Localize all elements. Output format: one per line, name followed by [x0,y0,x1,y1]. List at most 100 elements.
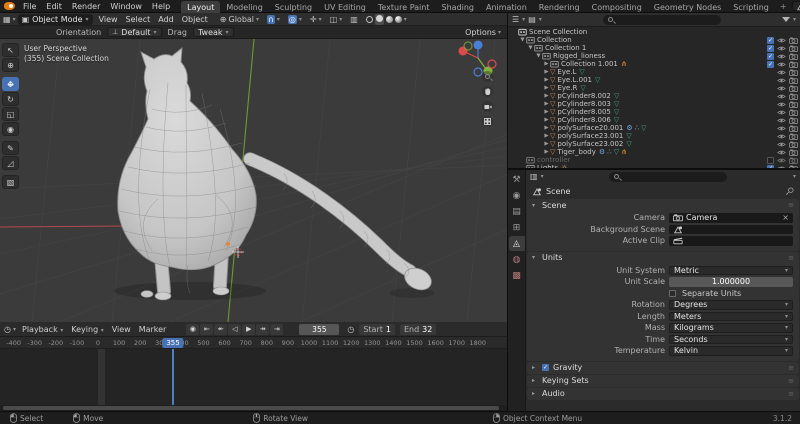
separate-units-checkbox[interactable]: Separate Units [669,289,793,299]
properties-tab-scene[interactable]: ◬ [509,236,525,251]
outliner-row[interactable]: ▶▽pCylinder8.002▽ [508,92,800,100]
scale-tool-button[interactable]: ◱ [2,107,19,121]
panel-grip-icon[interactable]: ≡ [788,254,794,262]
viewport-3d[interactable]: User Perspective (355) Scene Collection … [0,39,507,322]
exclude-checkbox[interactable]: ✓ [767,45,774,52]
outliner-row[interactable]: ▶▽polySurface23.002▽ [508,140,800,148]
viewport-menu-view[interactable]: View [95,15,122,24]
mesh-object-icon[interactable]: ▽ [550,101,555,108]
use-preview-range-icon[interactable]: ◷ [347,325,354,334]
timeline-body[interactable] [0,349,507,405]
exclude-checkbox[interactable]: ✓ [767,53,774,60]
viewport-menu-object[interactable]: Object [178,15,212,24]
magnet-icon[interactable]: ∩ [267,15,275,24]
timeline-scrollbar[interactable] [0,405,507,411]
timeline-editor-icon[interactable]: ◷ [4,325,11,334]
temperature-select[interactable]: Kelvin▾ [669,346,793,356]
expand-arrow-icon[interactable]: ▶ [543,69,550,75]
outliner-row[interactable]: ▶▽Eye.R▽ [508,84,800,92]
render-camera-icon[interactable] [789,77,798,84]
mesh-object-icon[interactable]: ▽ [550,77,555,84]
properties-editor-icon[interactable]: ▥ [530,172,538,181]
workspace-tab-uv-editing[interactable]: UV Editing [318,1,372,13]
render-camera-icon[interactable] [789,117,798,124]
eye-icon[interactable] [777,45,786,52]
viewport-menu-add[interactable]: Add [154,15,178,24]
workspace-tab-texture-paint[interactable]: Texture Paint [372,1,436,13]
panel-grip-icon[interactable]: ≡ [788,390,794,398]
particles-icon[interactable]: ∴ [635,125,639,132]
workspace-tab-geometry-nodes[interactable]: Geometry Nodes [648,1,727,13]
render-camera-icon[interactable] [789,141,798,148]
eye-icon[interactable] [777,149,786,156]
properties-tab-texture[interactable]: ▩ [509,268,525,283]
exclude-checkbox[interactable] [669,290,676,297]
render-camera-icon[interactable] [789,53,798,60]
play-button[interactable]: ▶ [242,324,255,335]
expand-arrow-icon[interactable]: ▶ [543,85,550,91]
render-camera-icon[interactable] [789,37,798,44]
proportional-editing-toggle[interactable]: ◎▾ [288,15,302,24]
workspace-tab-shading[interactable]: Shading [435,1,480,13]
next-keyframe-button[interactable]: ↠ [256,324,269,335]
properties-tab-output[interactable]: ▤ [509,204,525,219]
eye-icon[interactable] [777,77,786,84]
outliner-row[interactable]: ▼Rigged_lioness✓ [508,52,800,60]
eye-icon[interactable] [777,53,786,60]
playhead[interactable] [172,349,174,405]
cursor-tool-button[interactable]: ⊕ [2,58,19,72]
expand-arrow-icon[interactable]: ▶ [543,125,550,131]
outliner-search-input[interactable] [603,15,721,25]
mesh-object-icon[interactable]: ▽ [550,141,555,148]
time-select[interactable]: Seconds▾ [669,335,793,345]
overlays-toggle[interactable]: ◫▾ [330,15,343,24]
mass-select[interactable]: Kilograms▾ [669,323,793,333]
eye-icon[interactable] [777,141,786,148]
frame-start-field[interactable]: Start1 [359,324,395,335]
panel-grip-icon[interactable]: ≡ [788,364,794,372]
workspace-tab-sculpting[interactable]: Sculpting [269,1,318,13]
panel-keying-sets[interactable]: ▸Keying Sets≡ [527,375,799,387]
filter-icon[interactable] [782,17,790,22]
menu-help[interactable]: Help [147,2,175,11]
mesh-data-icon[interactable]: ▽ [614,109,619,116]
expand-arrow-icon[interactable]: ▸ [532,390,538,397]
render-camera-icon[interactable] [789,125,798,132]
outliner-row[interactable]: ▶▽Eye.L▽ [508,68,800,76]
timeline-menu-playback[interactable]: Playback ▾ [18,325,67,334]
outliner-row[interactable]: ▶▽Eye.L.001▽ [508,76,800,84]
expand-arrow-icon[interactable]: ▶ [543,141,550,147]
menu-window[interactable]: Window [105,2,147,11]
properties-tab-world[interactable]: ◍ [509,252,525,267]
eye-icon[interactable] [777,37,786,44]
expand-arrow-icon[interactable]: ▸ [532,377,538,384]
mesh-data-icon[interactable]: ▽ [641,125,646,132]
mesh-data-icon[interactable]: ▽ [614,149,619,156]
expand-arrow-icon[interactable]: ▼ [519,37,526,43]
clear-icon[interactable]: × [782,213,789,222]
expand-arrow-icon[interactable]: ▼ [527,45,534,51]
properties-search-input[interactable] [609,172,727,182]
mesh-object-icon[interactable]: ▽ [550,125,555,132]
x-neg-ball[interactable] [488,60,496,68]
select-box-tool-button[interactable]: ↖ [2,43,19,57]
expand-arrow-icon[interactable]: ▶ [543,77,550,83]
play-reverse-button[interactable]: ◁ [228,324,241,335]
eye-icon[interactable] [777,85,786,92]
pan-hand-icon[interactable] [482,86,493,97]
render-camera-icon[interactable] [789,61,798,68]
solid-shading-button[interactable] [375,14,384,25]
menu-render[interactable]: Render [67,2,105,11]
exclude-checkbox[interactable]: ✓ [542,364,549,371]
camera-view-icon[interactable] [482,101,493,112]
mesh-object-icon[interactable]: ▽ [550,109,555,116]
eye-icon[interactable] [777,165,786,169]
outliner-row[interactable]: Scene Collection [508,28,800,36]
ortho-grid-icon[interactable] [482,116,493,127]
workspace-tab-scripting[interactable]: Scripting [727,1,775,13]
move-tool-button[interactable]: ↔↕ [2,77,19,91]
mesh-data-icon[interactable]: ▽ [579,69,584,76]
outliner-row[interactable]: ▼Collection 1✓ [508,44,800,52]
current-frame-field[interactable]: 355 [299,324,339,335]
workspace-tab-layout[interactable]: Layout [181,1,220,13]
